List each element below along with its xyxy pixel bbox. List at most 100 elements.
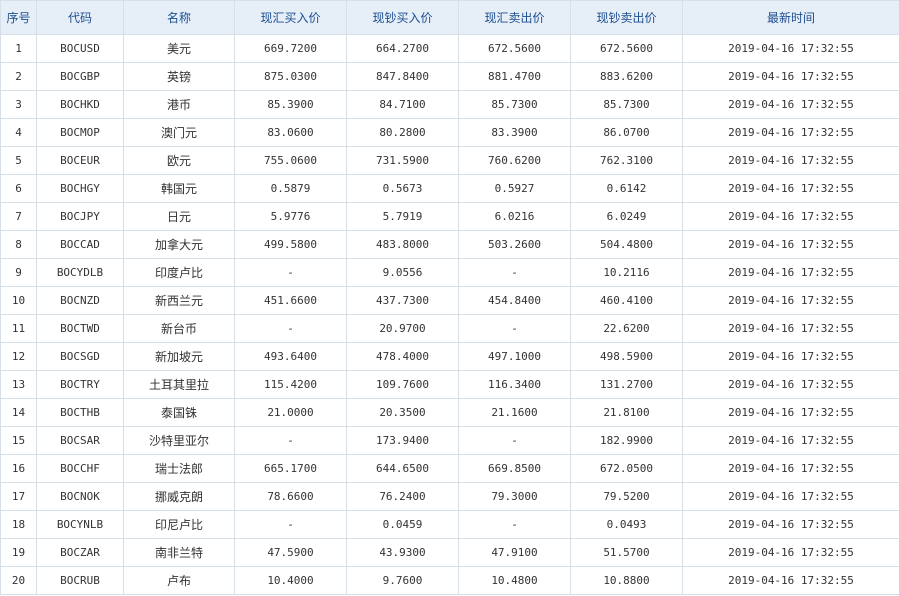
table-row[interactable]: 7 BOCJPY 日元 5.9776 5.7919 6.0216 6.0249 2019-04… bbox=[0, 202, 899, 231]
column-header-spot-buy[interactable]: 现汇买入价 bbox=[234, 0, 347, 35]
cell-cash-sell: 51.5700 bbox=[570, 538, 683, 567]
table-row[interactable]: 2 BOCGBP 英镑 875.0300 847.8400 881.4700 883.620… bbox=[0, 62, 899, 91]
cell-cash-sell: 21.8100 bbox=[570, 398, 683, 427]
cell-seq: 7 bbox=[0, 202, 37, 231]
cell-spot-buy: - bbox=[234, 314, 347, 343]
cell-spot-sell: - bbox=[458, 426, 571, 455]
table-row[interactable]: 10 BOCNZD 新西兰元 451.6600 437.7300 454.8400 460.… bbox=[0, 286, 899, 315]
cell-spot-buy: 755.0600 bbox=[234, 146, 347, 175]
cell-spot-buy: 493.6400 bbox=[234, 342, 347, 371]
cell-code: BOCHKD bbox=[36, 90, 124, 119]
cell-name: 英镑 bbox=[123, 62, 235, 91]
table-row[interactable]: 4 BOCMOP 澳门元 83.0600 80.2800 83.3900 86.0700 20… bbox=[0, 118, 899, 147]
cell-name: 土耳其里拉 bbox=[123, 370, 235, 399]
cell-name: 南非兰特 bbox=[123, 538, 235, 567]
cell-cash-buy: 483.8000 bbox=[346, 230, 459, 259]
table-row[interactable]: 17 BOCNOK 挪威克朗 78.6600 76.2400 79.3000 79.5200… bbox=[0, 482, 899, 511]
cell-cash-buy: 84.7100 bbox=[346, 90, 459, 119]
cell-spot-buy: - bbox=[234, 426, 347, 455]
cell-cash-sell: 498.5900 bbox=[570, 342, 683, 371]
cell-name: 瑞士法郎 bbox=[123, 454, 235, 483]
table-row[interactable]: 19 BOCZAR 南非兰特 47.5900 43.9300 47.9100 51.5700… bbox=[0, 538, 899, 567]
cell-code: BOCNZD bbox=[36, 286, 124, 315]
cell-cash-sell: 131.2700 bbox=[570, 370, 683, 399]
cell-time: 2019-04-16 17:32:55 bbox=[682, 202, 899, 231]
cell-seq: 14 bbox=[0, 398, 37, 427]
column-header-code[interactable]: 代码 bbox=[36, 0, 124, 35]
cell-cash-sell: 672.5600 bbox=[570, 34, 683, 63]
table-row[interactable]: 8 BOCCAD 加拿大元 499.5800 483.8000 503.2600 504.4… bbox=[0, 230, 899, 259]
table-row[interactable]: 5 BOCEUR 欧元 755.0600 731.5900 760.6200 762.310… bbox=[0, 146, 899, 175]
column-header-seq[interactable]: 序号 bbox=[0, 0, 37, 35]
cell-cash-buy: 644.6500 bbox=[346, 454, 459, 483]
table-row[interactable]: 14 BOCTHB 泰国铢 21.0000 20.3500 21.1600 21.8100 2… bbox=[0, 398, 899, 427]
table-row[interactable]: 11 BOCTWD 新台币 -20.9700-22.6200 2019-04-16 17… bbox=[0, 314, 899, 343]
column-header-spot-sell[interactable]: 现汇卖出价 bbox=[458, 0, 571, 35]
table-row[interactable]: 3 BOCHKD 港币 85.3900 84.7100 85.7300 85.7300 201… bbox=[0, 90, 899, 119]
cell-time: 2019-04-16 17:32:55 bbox=[682, 286, 899, 315]
cell-code: BOCGBP bbox=[36, 62, 124, 91]
cell-time: 2019-04-16 17:32:55 bbox=[682, 258, 899, 287]
table-row[interactable]: 6 BOCHGY 韩国元 0.5879 0.5673 0.5927 0.6142 2019-0… bbox=[0, 174, 899, 203]
cell-name: 加拿大元 bbox=[123, 230, 235, 259]
cell-code: BOCYDLB bbox=[36, 258, 124, 287]
table-row[interactable]: 13 BOCTRY 土耳其里拉 115.4200 109.7600 116.3400 131… bbox=[0, 370, 899, 399]
cell-name: 卢布 bbox=[123, 566, 235, 595]
cell-spot-buy: 499.5800 bbox=[234, 230, 347, 259]
cell-name: 沙特里亚尔 bbox=[123, 426, 235, 455]
cell-seq: 19 bbox=[0, 538, 37, 567]
table-row[interactable]: 1 BOCUSD 美元 669.7200 664.2700 672.5600 672.560… bbox=[0, 34, 899, 63]
cell-name: 欧元 bbox=[123, 146, 235, 175]
column-header-name[interactable]: 名称 bbox=[123, 0, 235, 35]
cell-time: 2019-04-16 17:32:55 bbox=[682, 398, 899, 427]
table-row[interactable]: 15 BOCSAR 沙特里亚尔 -173.9400-182.9900 2019-04-1… bbox=[0, 426, 899, 455]
cell-name: 新西兰元 bbox=[123, 286, 235, 315]
cell-name: 美元 bbox=[123, 34, 235, 63]
cell-spot-sell: - bbox=[458, 510, 571, 539]
cell-seq: 12 bbox=[0, 342, 37, 371]
cell-spot-buy: - bbox=[234, 510, 347, 539]
cell-seq: 18 bbox=[0, 510, 37, 539]
cell-cash-buy: 20.9700 bbox=[346, 314, 459, 343]
cell-time: 2019-04-16 17:32:55 bbox=[682, 34, 899, 63]
cell-spot-buy: 451.6600 bbox=[234, 286, 347, 315]
cell-cash-sell: 22.6200 bbox=[570, 314, 683, 343]
table-row[interactable]: 12 BOCSGD 新加坡元 493.6400 478.4000 497.1000 498.… bbox=[0, 342, 899, 371]
cell-spot-sell: 10.4800 bbox=[458, 566, 571, 595]
table-row[interactable]: 9 BOCYDLB 印度卢比 -9.0556-10.2116 2019-04-16 17… bbox=[0, 258, 899, 287]
cell-time: 2019-04-16 17:32:55 bbox=[682, 342, 899, 371]
cell-name: 澳门元 bbox=[123, 118, 235, 147]
cell-seq: 4 bbox=[0, 118, 37, 147]
table-row[interactable]: 16 BOCCHF 瑞士法郎 665.1700 644.6500 669.8500 672.… bbox=[0, 454, 899, 483]
cell-spot-buy: - bbox=[234, 258, 347, 287]
cell-seq: 17 bbox=[0, 482, 37, 511]
cell-seq: 15 bbox=[0, 426, 37, 455]
column-header-cash-buy[interactable]: 现钞买入价 bbox=[346, 0, 459, 35]
cell-spot-sell: 79.3000 bbox=[458, 482, 571, 511]
cell-spot-buy: 85.3900 bbox=[234, 90, 347, 119]
table-row[interactable]: 18 BOCYNLB 印尼卢比 -0.0459-0.0493 2019-04-16 17… bbox=[0, 510, 899, 539]
cell-cash-buy: 80.2800 bbox=[346, 118, 459, 147]
cell-spot-sell: 47.9100 bbox=[458, 538, 571, 567]
cell-seq: 5 bbox=[0, 146, 37, 175]
exchange-rate-table: 序号 代码 名称 现汇买入价 现钞买入价 现汇卖出价 现钞卖出价 最新时间 1B… bbox=[0, 0, 899, 595]
cell-spot-sell: 6.0216 bbox=[458, 202, 571, 231]
cell-code: BOCZAR bbox=[36, 538, 124, 567]
cell-cash-buy: 173.9400 bbox=[346, 426, 459, 455]
cell-spot-buy: 83.0600 bbox=[234, 118, 347, 147]
cell-seq: 10 bbox=[0, 286, 37, 315]
cell-cash-sell: 85.7300 bbox=[570, 90, 683, 119]
table-row[interactable]: 20 BOCRUB 卢布 10.4000 9.7600 10.4800 10.8800 201… bbox=[0, 566, 899, 595]
cell-spot-buy: 47.5900 bbox=[234, 538, 347, 567]
cell-cash-sell: 10.8800 bbox=[570, 566, 683, 595]
cell-code: BOCTWD bbox=[36, 314, 124, 343]
cell-cash-sell: 0.0493 bbox=[570, 510, 683, 539]
cell-name: 印度卢比 bbox=[123, 258, 235, 287]
cell-code: BOCTHB bbox=[36, 398, 124, 427]
column-header-cash-sell[interactable]: 现钞卖出价 bbox=[570, 0, 683, 35]
column-header-time[interactable]: 最新时间 bbox=[682, 0, 899, 35]
cell-seq: 11 bbox=[0, 314, 37, 343]
cell-spot-sell: - bbox=[458, 314, 571, 343]
cell-code: BOCTRY bbox=[36, 370, 124, 399]
cell-cash-sell: 504.4800 bbox=[570, 230, 683, 259]
